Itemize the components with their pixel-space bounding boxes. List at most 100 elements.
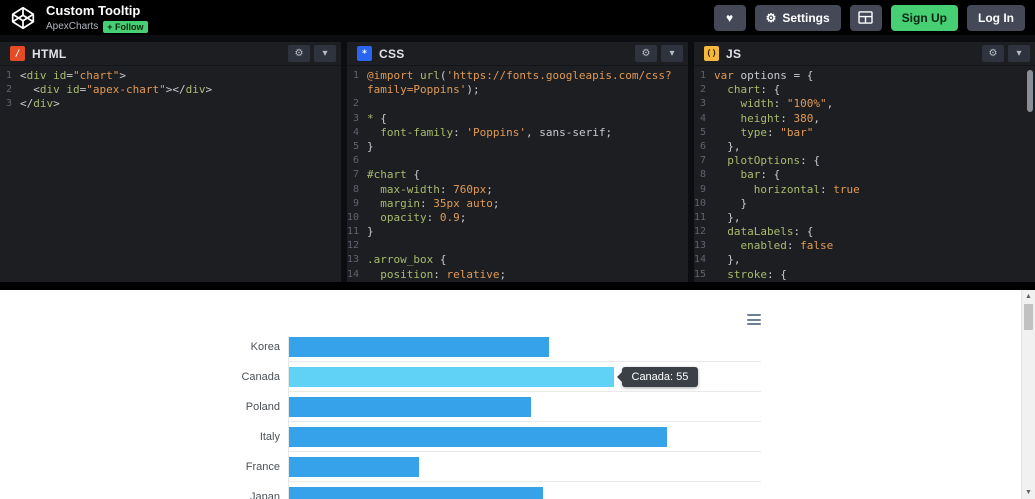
login-button[interactable]: Log In — [967, 4, 1025, 31]
codepen-logo[interactable] — [10, 5, 36, 31]
code-text: max-width: 760px; — [380, 182, 493, 196]
code-line: 3 width: "100%", — [694, 97, 1035, 111]
css-code-editor[interactable]: 1 @import url('https://fonts.googleapis.c… — [347, 66, 688, 282]
line-number: 7 — [352, 169, 359, 181]
code-text: }, — [714, 253, 741, 267]
scroll-up-arrow[interactable]: ▲ — [1022, 290, 1035, 303]
html-code-editor[interactable]: 1 <div id="chart"> 2 <div id="apex-chart">… — [0, 66, 341, 282]
chevron-down-icon: ▾ — [322, 47, 328, 59]
code-text: family=Poppins'); — [367, 83, 480, 97]
code-line: 10 } — [694, 197, 1035, 211]
editor-row: / HTML ⚙ ▾ 1 <div id="chart"> 2 <div id="a… — [0, 35, 1035, 282]
code-line: 8 bar: { — [694, 168, 1035, 182]
line-number: 2 — [699, 84, 706, 96]
html-panel-actions: ⚙ ▾ — [288, 45, 336, 62]
bar-poland[interactable] — [289, 397, 531, 417]
like-button[interactable]: ♥ — [713, 4, 746, 31]
category-label: Japan — [250, 491, 280, 499]
line-number — [347, 83, 367, 97]
code-line: 10 opacity: 0.9; — [347, 211, 688, 225]
css-icon: * — [357, 46, 372, 61]
editor-preview-divider[interactable] — [0, 282, 1035, 290]
line-number: 14 — [694, 254, 707, 266]
code-line: 3 </div> — [0, 97, 341, 111]
html-panel-header: / HTML ⚙ ▾ — [0, 42, 341, 66]
code-text: }, — [714, 139, 741, 153]
code-text: type: "bar" — [740, 125, 814, 139]
code-text: .arrow_box { — [367, 253, 447, 267]
chart-row: France — [228, 457, 761, 487]
js-editor-scrollbar-thumb[interactable] — [1027, 70, 1033, 112]
apex-chart: Korea Canada Canada: 55 Poland Italy France Ja… — [228, 314, 761, 499]
bar-italy[interactable] — [289, 427, 667, 447]
chart-menu-icon[interactable] — [747, 314, 761, 325]
html-collapse-button[interactable]: ▾ — [314, 45, 336, 62]
line-number: 3 — [699, 98, 706, 110]
line-number: 4 — [352, 126, 359, 138]
category-label: Italy — [259, 431, 280, 443]
css-editor-panel: * CSS ⚙ ▾ 1 @import url('https://fonts.go… — [347, 42, 688, 282]
js-settings-button[interactable]: ⚙ — [982, 45, 1004, 62]
line-number: 9 — [699, 183, 706, 195]
scrollbar-thumb[interactable] — [1024, 304, 1033, 330]
code-text: chart: { — [727, 83, 781, 97]
code-text: <div id="apex-chart"></div> — [20, 83, 213, 97]
grid-line — [289, 451, 761, 452]
scroll-down-arrow[interactable]: ▼ — [1022, 486, 1035, 499]
pen-author[interactable]: ApexCharts — [46, 21, 98, 32]
html-settings-button[interactable]: ⚙ — [288, 45, 310, 62]
grid-line — [289, 391, 761, 392]
chart-row: Italy — [228, 427, 761, 457]
js-editor-panel: () JS ⚙ ▾ 1 var options = {2 chart: {3 wi… — [694, 42, 1035, 282]
css-collapse-button[interactable]: ▾ — [661, 45, 683, 62]
js-panel-header: () JS ⚙ ▾ — [694, 42, 1035, 66]
line-number: 9 — [352, 197, 359, 209]
pen-meta: ApexCharts + Follow — [46, 20, 148, 33]
js-collapse-button[interactable]: ▾ — [1008, 45, 1030, 62]
bar-france[interactable] — [289, 457, 419, 477]
gear-icon: ⚙ — [294, 47, 304, 59]
line-number: 5 — [352, 140, 359, 152]
gear-icon: ⚙ — [641, 47, 651, 59]
code-line: 11} — [347, 225, 688, 239]
follow-button[interactable]: + Follow — [103, 20, 148, 33]
line-number: 11 — [347, 226, 360, 238]
bar-japan[interactable] — [289, 487, 543, 499]
line-number: 3 — [5, 98, 12, 110]
settings-button[interactable]: ⚙ Settings — [754, 4, 841, 31]
js-code-editor[interactable]: 1 var options = {2 chart: {3 width: "100%… — [694, 66, 1035, 282]
code-line: 13 enabled: false — [694, 239, 1035, 253]
code-line: 12 — [347, 239, 688, 253]
category-label: Poland — [245, 401, 280, 413]
code-text: width: "100%", — [740, 97, 834, 111]
html-panel-title: HTML — [32, 46, 67, 61]
bar-canada[interactable] — [289, 367, 614, 387]
code-line: 6 }, — [694, 140, 1035, 154]
line-number: 1 — [5, 70, 12, 81]
line-number: 13 — [347, 254, 360, 266]
js-panel-title: JS — [726, 46, 742, 61]
preview-pane: Korea Canada Canada: 55 Poland Italy France Ja… — [0, 290, 1035, 499]
code-text: } — [714, 196, 748, 210]
plot-cell — [288, 337, 761, 367]
css-settings-button[interactable]: ⚙ — [635, 45, 657, 62]
menu-bar — [747, 314, 761, 316]
code-text: enabled: false — [740, 239, 834, 253]
line-number: 14 — [347, 268, 360, 280]
change-view-button[interactable] — [849, 4, 882, 31]
code-line: 9 horizontal: true — [694, 183, 1035, 197]
html-editor-panel: / HTML ⚙ ▾ 1 <div id="chart"> 2 <div id="a… — [0, 42, 341, 282]
line-number: 6 — [699, 140, 706, 152]
js-panel-actions: ⚙ ▾ — [982, 45, 1030, 62]
js-icon: () — [704, 46, 719, 61]
code-line: 5} — [347, 140, 688, 154]
chart-rows: Korea Canada Canada: 55 Poland Italy France Ja… — [228, 337, 761, 499]
line-number: 11 — [694, 211, 707, 223]
line-number: 15 — [694, 268, 707, 280]
bar-korea[interactable] — [289, 337, 549, 357]
signup-button[interactable]: Sign Up — [890, 4, 958, 31]
preview-scrollbar[interactable]: ▲ ▼ — [1021, 290, 1035, 499]
code-text: position: relative; — [380, 267, 507, 281]
